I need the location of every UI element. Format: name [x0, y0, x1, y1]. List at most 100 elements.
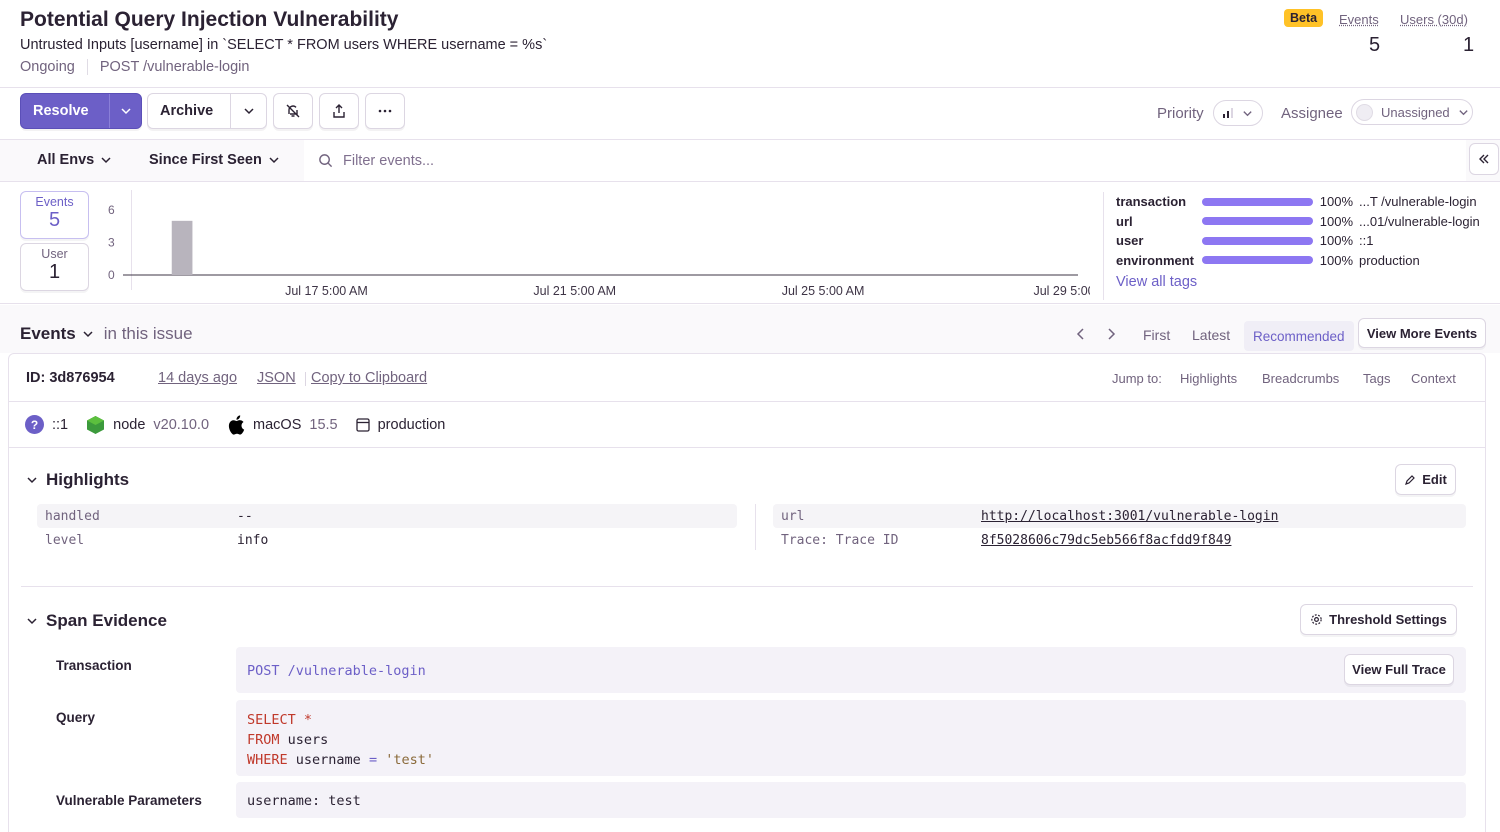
jump-tags-link[interactable]: Tags: [1363, 371, 1390, 386]
events-stat-label[interactable]: Events: [1339, 12, 1379, 27]
tag-row[interactable]: environment 100% production: [1116, 251, 1500, 271]
y-tick-label: 6: [108, 203, 115, 217]
priority-bars-icon: [1223, 108, 1233, 118]
jump-highlights-link[interactable]: Highlights: [1180, 371, 1237, 386]
threshold-settings-button[interactable]: Threshold Settings: [1300, 604, 1457, 635]
time-range-dropdown[interactable]: Since First Seen: [149, 152, 280, 168]
context-runtime[interactable]: node v20.10.0: [86, 415, 209, 435]
tag-percent: 100%: [1319, 233, 1353, 249]
jump-breadcrumbs-link[interactable]: Breadcrumbs: [1262, 371, 1339, 386]
tag-percent: 100%: [1319, 252, 1353, 268]
x-tick-label: Jul 29 5:00 AI: [1033, 284, 1090, 298]
event-search-input[interactable]: Filter events...: [304, 140, 1466, 181]
tag-bar: [1202, 217, 1313, 226]
issue-header: Potential Query Injection Vulnerability …: [0, 0, 1500, 88]
highlight-row: handled --: [37, 504, 737, 528]
window-icon: [355, 417, 370, 432]
environment-dropdown[interactable]: All Envs: [37, 152, 112, 168]
tag-value: ...01/vulnerable-login: [1359, 213, 1480, 229]
event-age[interactable]: 14 days ago: [158, 370, 237, 386]
archive-dropdown-button[interactable]: [230, 94, 266, 128]
avatar: [1356, 103, 1373, 121]
assignee-dropdown[interactable]: Unassigned: [1351, 99, 1473, 125]
query-line: FROM users: [247, 730, 1466, 750]
priority-dropdown[interactable]: [1213, 100, 1263, 126]
more-actions-button[interactable]: [365, 93, 405, 129]
event-id: ID: 3d876954: [26, 370, 115, 386]
events-header: Events in this issue First Latest Recomm…: [0, 305, 1500, 353]
chevron-down-icon: [1459, 109, 1468, 115]
view-more-events-button[interactable]: View More Events: [1358, 318, 1486, 348]
latest-event-button[interactable]: Latest: [1192, 327, 1230, 343]
span-evidence-section-toggle[interactable]: Span Evidence: [26, 611, 167, 631]
tag-row[interactable]: user 100%::1: [1116, 231, 1500, 251]
mute-button[interactable]: [273, 93, 313, 129]
tag-percent: 100%: [1319, 213, 1353, 229]
resolve-dropdown-button[interactable]: [109, 94, 141, 128]
chevron-down-icon: [83, 331, 93, 338]
users-count-value: 1: [48, 261, 61, 283]
highlight-row: Trace: Trace ID 8f5028606c79dc5eb566f8ac…: [773, 528, 1466, 552]
view-full-trace-button[interactable]: View Full Trace: [1344, 654, 1454, 685]
copy-to-clipboard-link[interactable]: Copy to Clipboard: [311, 370, 427, 386]
sql-keyword: WHERE: [247, 752, 288, 768]
resolve-button[interactable]: Resolve: [21, 103, 109, 119]
jump-context-link[interactable]: Context: [1411, 371, 1456, 386]
tag-percent: 100%: [1319, 194, 1353, 210]
x-tick-label: Jul 17 5:00 AM: [285, 284, 368, 298]
threshold-settings-label: Threshold Settings: [1329, 612, 1447, 627]
highlight-url-link[interactable]: http://localhost:3001/vulnerable-login: [981, 509, 1278, 524]
tag-key: url: [1116, 213, 1133, 229]
tag-key: transaction: [1116, 194, 1187, 210]
chevron-right-icon[interactable]: [1104, 327, 1118, 341]
trace-id-link[interactable]: 8f5028606c79dc5eb566f8acfdd9f849: [981, 533, 1231, 548]
highlight-key: url: [781, 508, 805, 524]
chevron-left-icon[interactable]: [1074, 327, 1088, 341]
issue-status: Ongoing: [20, 59, 75, 75]
x-tick-label: Jul 21 5:00 AM: [533, 284, 616, 298]
context-os-version: 15.5: [309, 416, 338, 433]
edit-highlights-button[interactable]: Edit: [1395, 464, 1456, 495]
edit-label: Edit: [1422, 472, 1447, 487]
transaction-value: POST /vulnerable-login: [247, 663, 426, 679]
assignee-label: Assignee: [1281, 105, 1343, 122]
collapse-sidebar-button[interactable]: [1469, 143, 1499, 175]
first-event-button[interactable]: First: [1143, 327, 1170, 343]
tag-row[interactable]: url 100% ...01/vulnerable-login: [1116, 212, 1500, 232]
context-os[interactable]: macOS 15.5: [227, 414, 338, 435]
tag-row[interactable]: transaction 100% ...T /vulnerable-login: [1116, 192, 1500, 212]
archive-button[interactable]: Archive: [148, 103, 230, 119]
share-button[interactable]: [319, 93, 359, 129]
gear-icon: [1311, 614, 1322, 625]
sql-token: users: [287, 732, 329, 748]
y-tick-label: 3: [108, 236, 115, 250]
context-user[interactable]: ? ::1: [25, 415, 68, 434]
view-all-tags-link[interactable]: View all tags: [1116, 274, 1500, 290]
events-title[interactable]: Events in this issue: [20, 324, 193, 344]
users-count-toggle[interactable]: User 1: [20, 243, 89, 291]
highlight-key: level: [45, 532, 85, 548]
filter-bar: All Envs Since First Seen Filter events.…: [0, 140, 1500, 182]
json-link[interactable]: JSON: [257, 370, 296, 386]
events-title-label: Events: [20, 324, 76, 343]
events-count-toggle[interactable]: Events 5: [20, 191, 89, 239]
highlight-row: level info: [37, 528, 737, 552]
context-runtime-name: node: [113, 416, 146, 433]
users-stat-label[interactable]: Users (30d): [1400, 12, 1468, 27]
priority-label: Priority: [1157, 105, 1204, 122]
chevron-down-icon: [27, 477, 37, 484]
bar: [171, 220, 193, 275]
tag-distribution: transaction 100% ...T /vulnerable-login url…: [1103, 192, 1500, 300]
tag-bar: [1202, 236, 1313, 245]
ellipsis-icon: [378, 109, 392, 113]
tag-key: environment: [1116, 252, 1195, 268]
context-runtime-version: v20.10.0: [153, 416, 210, 433]
issue-meta: Ongoing POST /vulnerable-login: [20, 59, 249, 75]
recommended-event-button[interactable]: Recommended: [1244, 321, 1354, 351]
event-id-row: ID: 3d876954 14 days ago JSON Copy to Cl…: [9, 354, 1485, 402]
context-environment[interactable]: production: [355, 417, 445, 433]
highlights-section-toggle[interactable]: Highlights: [26, 470, 129, 490]
divider: [21, 586, 1473, 587]
chevron-down-icon: [269, 157, 279, 164]
upload-icon: [333, 104, 345, 118]
